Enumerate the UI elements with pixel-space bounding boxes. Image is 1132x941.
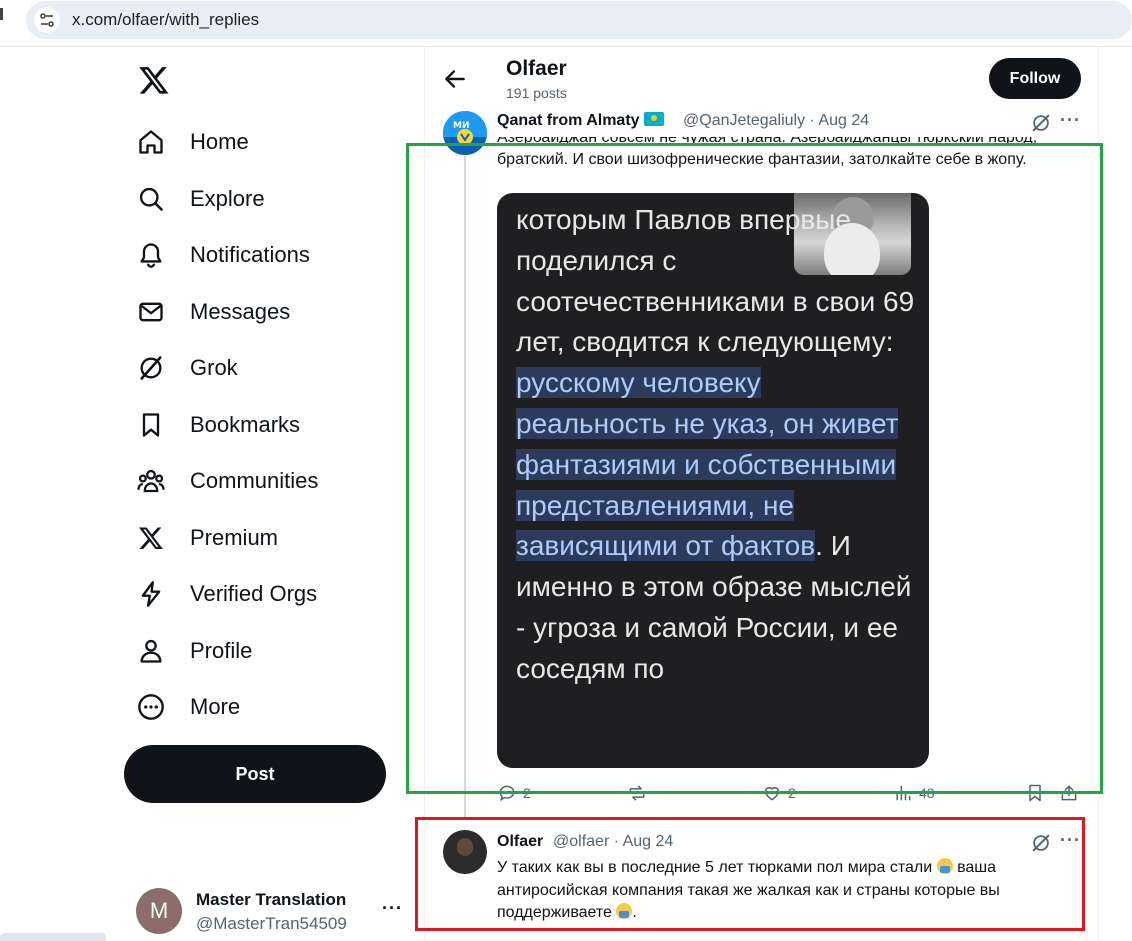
- sidebar-item-label: Notifications: [190, 242, 310, 267]
- kazakhstan-flag-icon: [643, 112, 664, 126]
- sidebar-item-communities[interactable]: Communities: [134, 461, 318, 501]
- window-edge: [0, 8, 3, 20]
- sidebar-item-label: Verified Orgs: [190, 581, 318, 606]
- sidebar-item-label: Profile: [190, 638, 253, 663]
- url-text[interactable]: x.com/olfaer/with_replies: [72, 10, 259, 30]
- site-settings-icon[interactable]: [34, 7, 60, 33]
- highlight-box-red: [415, 817, 1085, 931]
- sidebar-item-verified-orgs[interactable]: Verified Orgs: [134, 574, 317, 614]
- home-icon: [134, 125, 168, 159]
- more-icon[interactable]: ···: [1060, 110, 1081, 131]
- tweet-meta[interactable]: @QanJetegaliuly · Aug 24: [683, 112, 869, 130]
- sidebar-item-grok[interactable]: Grok: [134, 348, 238, 388]
- account-switcher[interactable]: M Master Translation @MasterTran54509 ··…: [136, 886, 416, 938]
- sidebar-item-label: Home: [190, 129, 249, 154]
- sidebar-item-home[interactable]: Home: [134, 122, 249, 162]
- bookmark-icon: [134, 408, 168, 442]
- sidebar-item-label: Communities: [190, 468, 319, 493]
- highlight-box-green: [406, 143, 1103, 794]
- sidebar-item-explore[interactable]: Explore: [134, 179, 265, 219]
- more-circle-icon: [134, 690, 168, 724]
- sidebar-item-bookmarks[interactable]: Bookmarks: [134, 405, 300, 445]
- page-title: Olfaer: [506, 57, 567, 80]
- grok-icon: [134, 351, 168, 385]
- divider: [0, 46, 1132, 47]
- people-icon: [134, 464, 168, 498]
- account-handle: @MasterTran54509: [196, 914, 347, 933]
- sidebar-item-label: Premium: [190, 525, 279, 550]
- back-arrow-icon[interactable]: [442, 66, 468, 92]
- sidebar-item-messages[interactable]: Messages: [134, 292, 290, 332]
- x-logo-icon[interactable]: [138, 64, 170, 96]
- search-icon: [134, 182, 168, 216]
- sidebar-item-label: Grok: [190, 355, 238, 380]
- x-logo-icon: [134, 521, 168, 555]
- bell-icon: [134, 238, 168, 272]
- sidebar-item-notifications[interactable]: Notifications: [134, 235, 310, 275]
- downloads-bar: [0, 933, 106, 941]
- sidebar-item-premium[interactable]: Premium: [134, 518, 278, 558]
- mail-icon: [134, 295, 168, 329]
- sidebar-item-label: Bookmarks: [190, 412, 301, 437]
- grok-icon[interactable]: [1030, 112, 1052, 134]
- more-icon[interactable]: ···: [382, 898, 403, 919]
- sidebar-item-profile[interactable]: Profile: [134, 631, 252, 671]
- post-button[interactable]: Post: [124, 745, 386, 803]
- post-count: 191 posts: [506, 85, 567, 101]
- account-name: Master Translation: [196, 890, 347, 909]
- person-icon: [134, 634, 168, 668]
- sidebar-item-more[interactable]: More: [134, 687, 240, 727]
- lightning-icon: [134, 577, 168, 611]
- sidebar-item-label: More: [190, 694, 241, 719]
- tweet-author-name[interactable]: Qanat from Almaty: [497, 112, 664, 130]
- sidebar-item-label: Messages: [190, 299, 291, 324]
- follow-button[interactable]: Follow: [989, 58, 1081, 99]
- avatar: M: [136, 888, 182, 934]
- sidebar-item-label: Explore: [190, 186, 265, 211]
- browser-toolbar: x.com/olfaer/with_replies: [0, 0, 1132, 40]
